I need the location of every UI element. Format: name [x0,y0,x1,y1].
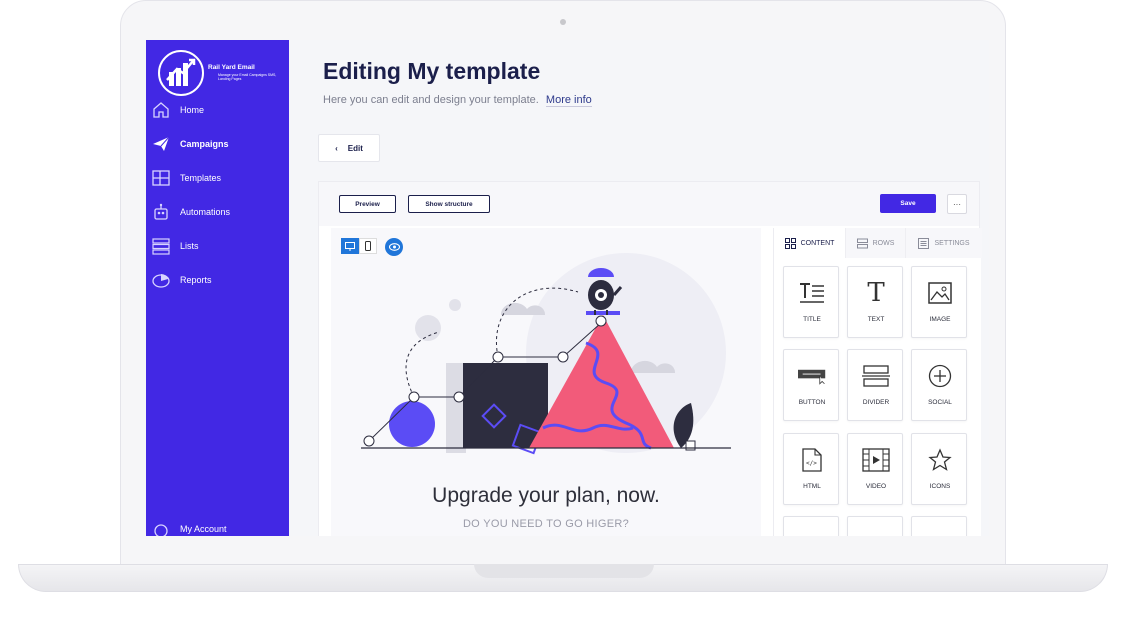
back-edit-button[interactable]: ‹ Edit [318,134,380,162]
brand-logo[interactable]: Rail Yard Email Manage your Email Campai… [158,50,286,96]
plus-circle-icon [926,362,954,390]
block-video[interactable]: VIDEO [847,433,903,505]
block-extra-2[interactable] [847,516,903,536]
block-label: IMAGE [929,316,951,323]
sidebar-item-automations[interactable]: Automations [146,198,289,226]
back-edit-label: Edit [347,143,363,153]
chevron-left-icon: ‹ [335,143,338,153]
sidebar-item-my-account[interactable]: My Account [146,515,289,536]
sidebar-item-reports[interactable]: Reports [146,266,289,294]
block-label: BUTTON [798,399,826,406]
block-label: HTML [803,483,821,490]
promo-headline: Upgrade your plan, now. [432,484,660,507]
more-info-link[interactable]: More info [545,94,592,107]
sidebar-item-label: Templates [180,173,222,183]
block-label: TITLE [803,316,821,323]
sidebar-item-lists[interactable]: Lists [146,232,289,260]
file-icon [926,529,954,536]
tab-settings-label: SETTINGS [934,239,970,247]
user-icon [154,524,168,536]
block-label: TEXT [867,316,885,323]
template-editor: Preview Show structure Save ··· Upgrade … [318,181,982,536]
content-panel: CONTENT ROWS SETTINGS TITLE T TEXT IMAGE… [773,228,982,536]
block-extra-1[interactable] [783,516,839,536]
sidebar-item-label: Automations [180,207,231,217]
title-icon [798,279,826,307]
svg-text:</>: </> [806,460,817,467]
block-extra-3[interactable] [911,516,967,536]
tab-rows-label: ROWS [872,239,895,247]
timer-icon [862,529,890,536]
image-icon [926,279,954,307]
star-icon [926,446,954,474]
sidebar-item-label: My Account [180,524,227,534]
sidebar: Rail Yard Email Manage your Email Campai… [146,40,289,536]
block-label: SOCIAL [928,399,952,406]
divider-icon [862,362,890,390]
panel-tabs: CONTENT ROWS SETTINGS [774,228,982,258]
html-file-icon: </> [798,446,826,474]
sidebar-item-campaigns[interactable]: Campaigns [146,130,289,158]
list-icon [152,238,170,255]
hero-illustration [361,253,731,455]
tab-content[interactable]: CONTENT [774,228,846,258]
sidebar-item-label: Reports [180,275,212,285]
sidebar-item-label: Home [180,105,205,115]
sidebar-item-templates[interactable]: Templates [146,164,289,192]
page-title: Editing My template [323,58,541,84]
pie-chart-icon [152,273,170,288]
block-icons[interactable]: ICONS [911,433,967,505]
block-social[interactable]: SOCIAL [911,349,967,421]
app-screen: Rail Yard Email Manage your Email Campai… [146,40,989,536]
tab-rows[interactable]: ROWS [846,228,906,258]
save-button[interactable]: Save [880,194,936,213]
tab-settings[interactable]: SETTINGS [906,228,982,258]
promo-subheadline: DO YOU NEED TO GO HIGER? [462,518,630,530]
paper-plane-icon [153,136,170,151]
text-icon: T [867,278,885,308]
grid-icon [784,237,796,249]
block-label: DIVIDER [862,399,890,406]
home-icon [153,102,169,118]
block-divider[interactable]: DIVIDER [847,349,903,421]
sidebar-item-label: Lists [180,241,199,251]
camera-icon [560,19,566,25]
layout-icon [152,170,170,186]
more-options-button[interactable]: ··· [947,194,967,214]
block-button[interactable]: BUTTON [783,349,839,421]
sidebar-item-home[interactable]: Home [146,96,289,124]
block-html[interactable]: </> HTML [783,433,839,505]
editor-toolbar: Preview Show structure Save ··· [319,182,979,226]
sidebar-item-label: Campaigns [180,139,229,149]
page-subtitle: Here you can edit and design your templa… [323,94,592,107]
email-canvas[interactable]: Upgrade your plan, now. DO YOU NEED TO G… [331,228,761,536]
button-icon [798,362,826,390]
block-title[interactable]: TITLE [783,266,839,338]
laptop-notch [474,564,654,578]
row-icon [798,529,826,536]
block-text[interactable]: T TEXT [847,266,903,338]
preview-button[interactable]: Preview [339,195,396,213]
logo-mark-icon [158,50,204,96]
show-structure-button[interactable]: Show structure [408,195,490,213]
rows-icon [856,238,868,248]
robot-icon [154,203,168,220]
block-image[interactable]: IMAGE [911,266,967,338]
brand-name: Rail Yard Email [208,64,255,71]
page-subtitle-text: Here you can edit and design your templa… [323,94,539,106]
brand-tagline: Manage your Email Campaigns SMS, Landing… [218,73,277,81]
tab-content-label: CONTENT [800,239,835,247]
settings-icon [918,237,930,249]
video-icon [862,446,890,474]
block-label: ICONS [929,483,951,490]
block-label: VIDEO [865,483,887,490]
